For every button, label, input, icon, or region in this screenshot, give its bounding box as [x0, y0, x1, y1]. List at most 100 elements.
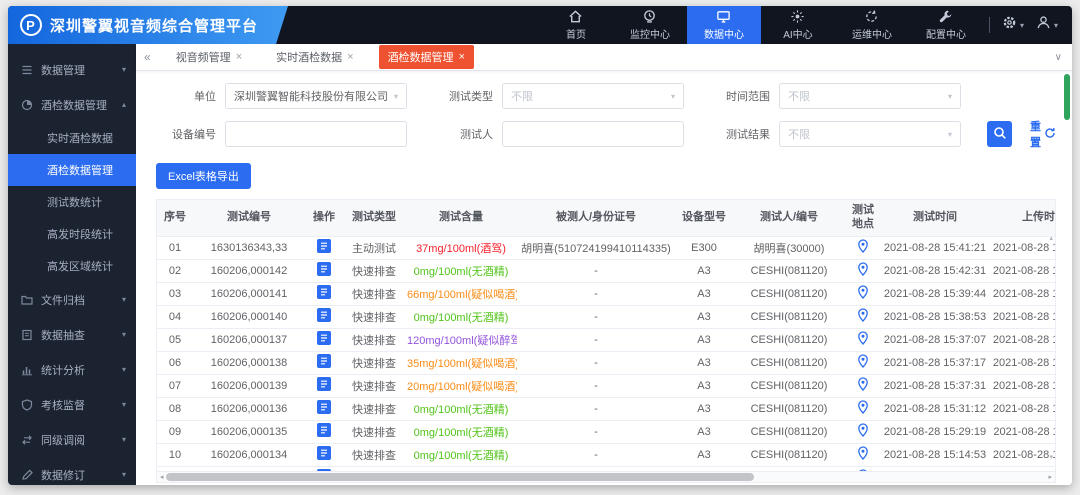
sidebar-group-file-archive[interactable]: 文件归档 ▾: [8, 282, 136, 317]
table-header-row: 序号 测试编号 操作 测试类型 测试含量 被测人/身份证号 设备型号 测试人/编号 测试地点 测试…: [157, 200, 1055, 237]
column-header: 设备型号: [675, 200, 733, 237]
scroll-left-icon[interactable]: ◂: [160, 473, 164, 481]
location-button[interactable]: [857, 285, 869, 302]
sidebar-item-peak-area-stats[interactable]: 高发区域统计: [8, 250, 136, 282]
reset-link[interactable]: 重置: [1030, 118, 1056, 150]
sidebar-item-label: 测试数统计: [47, 197, 102, 209]
settings-gear-button[interactable]: ▾: [1002, 15, 1024, 35]
view-record-button[interactable]: [317, 354, 331, 371]
location-button[interactable]: [857, 469, 869, 471]
view-record-button[interactable]: [317, 331, 331, 348]
location-button[interactable]: [857, 308, 869, 325]
table-row-partial: [157, 466, 1055, 471]
view-record-button[interactable]: [317, 400, 331, 417]
search-button[interactable]: [987, 121, 1012, 147]
tab-video-audio-mgmt[interactable]: 视音频管理 ×: [167, 45, 251, 69]
nav-item-home[interactable]: 首页: [539, 6, 613, 44]
sidebar-group-stats-analysis[interactable]: 统计分析 ▾: [8, 352, 136, 387]
table-row: 09 160206,000135 快速排查 0mg/100ml(无酒精) - A3 CESH…: [157, 420, 1055, 444]
tab-bar: « 视音频管理 × 实时酒检数据 × 酒检数据管理 × ∨: [136, 44, 1072, 71]
tester-input[interactable]: [502, 121, 684, 147]
cell-test-type: 快速排查: [343, 328, 405, 352]
cell-test-time: 2021-08-28 15:29:19: [881, 420, 989, 444]
cell-person: 胡明喜(510724199410114335): [517, 236, 675, 260]
sidebar: 数据管理 ▾ 酒检数据管理 ▴ 实时酒检数据 酒检数据管理测试数统计高发时段统计 高发区域统…: [8, 44, 136, 485]
time-range-select[interactable]: 不限 ▾: [779, 83, 961, 109]
nav-item-ai[interactable]: AI中心: [761, 6, 835, 44]
refresh-icon: [1044, 127, 1056, 142]
view-record-button[interactable]: [317, 446, 331, 463]
sidebar-group-assess-supervise[interactable]: 考核监督 ▾: [8, 387, 136, 422]
close-icon[interactable]: ×: [347, 51, 353, 63]
sidebar-group-peer-review[interactable]: 同级调阅 ▾: [8, 422, 136, 457]
cell-test-content: 120mg/100ml(疑似醉驾): [405, 328, 517, 352]
location-button[interactable]: [857, 446, 869, 463]
cell-upload-time: 2021-08-28 15:41:30: [989, 259, 1055, 283]
barchart-icon: [21, 364, 33, 376]
device-no-input[interactable]: [225, 121, 407, 147]
cell-operation: [305, 420, 343, 444]
pie-icon: [21, 99, 33, 111]
sidebar-item-realtime-alcohol-data[interactable]: 实时酒检数据: [8, 122, 136, 154]
cell-test-time: 2021-08-28 15:37:17: [881, 351, 989, 375]
close-icon[interactable]: ×: [236, 51, 242, 63]
view-record-button[interactable]: [317, 308, 331, 325]
cell-test-content: 66mg/100ml(疑似喝酒): [405, 282, 517, 306]
cell-person: -: [517, 443, 675, 467]
horizontal-scroll-thumb[interactable]: [165, 473, 755, 481]
cell-device-model: A3: [675, 259, 733, 283]
cell-tester: CESHI(081120): [733, 374, 845, 398]
location-pin-icon: [857, 285, 869, 302]
view-record-button[interactable]: [317, 262, 331, 279]
sidebar-group-data-revision[interactable]: 数据修订 ▾: [8, 457, 136, 485]
location-button[interactable]: [857, 400, 869, 417]
tab-realtime-alcohol-data[interactable]: 实时酒检数据 ×: [267, 45, 362, 69]
nav-item-monitor[interactable]: 监控中心: [613, 6, 687, 44]
table-scroll-down-icon[interactable]: ▾: [1049, 453, 1053, 461]
cell-no: 01: [157, 236, 193, 260]
vertical-scroll-thumb[interactable]: [1064, 74, 1070, 120]
location-button[interactable]: [857, 331, 869, 348]
sidebar-item-test-count-stats[interactable]: 测试数统计: [8, 186, 136, 218]
sidebar-group-alcohol-data-mgmt[interactable]: 酒检数据管理 ▴: [8, 87, 136, 122]
location-button[interactable]: [857, 239, 869, 256]
tab-alcohol-data-mgmt[interactable]: 酒检数据管理 ×: [378, 45, 474, 69]
horizontal-scrollbar: ◂ ▸: [156, 471, 1056, 483]
excel-export-button[interactable]: Excel表格导出: [156, 163, 251, 189]
location-button[interactable]: [857, 423, 869, 440]
view-record-button[interactable]: [317, 469, 331, 471]
nav-item-ops[interactable]: 运维中心: [835, 6, 909, 44]
view-record-button[interactable]: [317, 239, 331, 256]
cell-location: [845, 420, 881, 444]
nav-item-config[interactable]: 配置中心: [909, 6, 983, 44]
page-vertical-scrollbar: [1064, 74, 1070, 479]
table-scroll-up-icon[interactable]: ▴: [1049, 234, 1053, 242]
user-menu-button[interactable]: ▾: [1036, 15, 1058, 35]
tabs-menu-chevron-icon[interactable]: ∨: [1055, 52, 1062, 63]
cell-upload-time: 2021-08-28 15:37:35: [989, 328, 1055, 352]
results-table: 序号 测试编号 操作 测试类型 测试含量 被测人/身份证号 设备型号 测试人/编号 测试地点 测试…: [156, 199, 1056, 471]
location-button[interactable]: [857, 377, 869, 394]
test-type-select[interactable]: 不限 ▾: [502, 83, 684, 109]
table-row: 10 160206,000134 快速排查 0mg/100ml(无酒精) - A3 CESH…: [157, 443, 1055, 467]
cell-location: [845, 397, 881, 421]
cell-upload-time: 2021-08-28 15:37:21: [989, 351, 1055, 375]
location-button[interactable]: [857, 262, 869, 279]
cell-location: [845, 259, 881, 283]
sidebar-item-alcohol-data-mgmt[interactable]: 酒检数据管理: [8, 154, 136, 186]
nav-label: 数据中心: [703, 30, 744, 41]
top-bar: P 深圳警翼视音频综合管理平台 首页 监控中心 数据中心 AI中心 运维中心 配置中心 ▾…: [8, 6, 1072, 44]
nav-item-data[interactable]: 数据中心: [686, 6, 761, 44]
sidebar-group-data-mgmt[interactable]: 数据管理 ▾: [8, 52, 136, 87]
sidebar-item-peak-time-stats[interactable]: 高发时段统计: [8, 218, 136, 250]
sidebar-group-data-spotcheck[interactable]: 数据抽查 ▾: [8, 317, 136, 352]
scroll-right-icon[interactable]: ▸: [1048, 473, 1052, 481]
unit-select[interactable]: 深圳警翼智能科技股份有限公司 ▾: [225, 83, 407, 109]
location-button[interactable]: [857, 354, 869, 371]
view-record-button[interactable]: [317, 423, 331, 440]
view-record-button[interactable]: [317, 285, 331, 302]
tabs-collapse-button[interactable]: «: [144, 50, 151, 64]
close-icon[interactable]: ×: [459, 51, 465, 63]
view-record-button[interactable]: [317, 377, 331, 394]
test-result-select[interactable]: 不限 ▾: [779, 121, 961, 147]
